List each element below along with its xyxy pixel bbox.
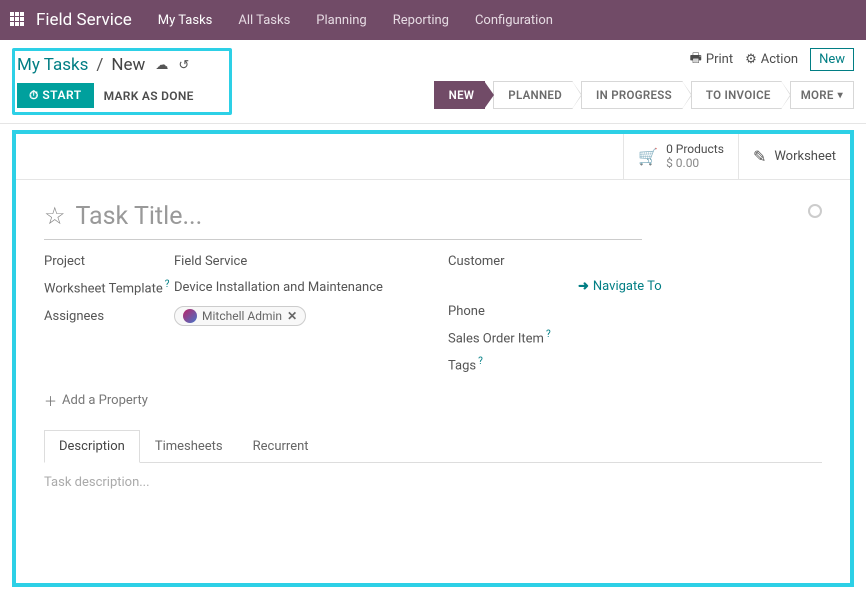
control-panel: My Tasks / New ☁ ↺ ⏱ START MARK AS DONE … [0, 40, 866, 124]
label-worksheet-template: Worksheet Template? [44, 279, 174, 296]
discard-icon[interactable]: ↺ [178, 58, 189, 73]
tab-timesheets[interactable]: Timesheets [140, 430, 238, 462]
apps-icon[interactable] [10, 12, 26, 28]
cp-right-buttons: 🖶 Print ⚙ Action New [690, 48, 854, 71]
nav-configuration[interactable]: Configuration [467, 7, 561, 34]
avatar-icon [183, 309, 197, 323]
tabs: Description Timesheets Recurrent [44, 430, 822, 463]
gear-icon: ⚙ [745, 52, 757, 67]
form-highlight: 🛒 0 Products $ 0.00 ✎ Worksheet ☆ [12, 130, 854, 587]
nav-all-tasks[interactable]: All Tasks [230, 7, 298, 34]
tab-description[interactable]: Description [44, 430, 140, 463]
new-button[interactable]: New [810, 48, 854, 71]
breadcrumb-parent[interactable]: My Tasks [17, 55, 88, 75]
help-icon[interactable]: ? [165, 279, 170, 290]
stat-products-count: 0 Products [666, 142, 724, 156]
label-project: Project [44, 254, 174, 269]
col-left: Project Field Service Worksheet Template… [44, 254, 418, 374]
cp-right: 🖶 Print ⚙ Action New NEW PLANNED IN PROG… [434, 48, 854, 109]
mark-done-button[interactable]: MARK AS DONE [104, 83, 194, 108]
add-property-button[interactable]: ＋ Add a Property [44, 391, 148, 410]
form-sheet: ☆ Project Field Service Worksheet Templa… [16, 180, 850, 584]
navigate-label: Navigate To [593, 279, 662, 294]
title-row: ☆ [44, 198, 642, 240]
tab-recurrent[interactable]: Recurrent [238, 430, 324, 462]
status-more-label: MORE [801, 88, 834, 102]
label-phone: Phone [448, 304, 578, 319]
stat-products-amount: $ 0.00 [666, 156, 724, 170]
status-planned[interactable]: PLANNED [493, 81, 573, 109]
field-customer: Customer [448, 254, 822, 269]
label-customer: Customer [448, 254, 578, 269]
task-description-input[interactable]: Task description... [44, 475, 822, 565]
field-worksheet-template: Worksheet Template? Device Installation … [44, 279, 418, 296]
status-in-progress[interactable]: IN PROGRESS [581, 81, 683, 109]
field-tags: Tags? [448, 356, 822, 373]
printer-icon: 🖶 [690, 49, 702, 71]
stat-worksheet[interactable]: ✎ Worksheet [738, 134, 850, 179]
remove-chip-icon[interactable]: ✕ [287, 309, 297, 323]
top-navbar: Field Service My Tasks All Tasks Plannin… [0, 0, 866, 40]
navigate-to-link[interactable]: ➜ Navigate To [578, 279, 822, 294]
form-columns: Project Field Service Worksheet Template… [44, 254, 822, 374]
help-icon[interactable]: ? [478, 356, 483, 367]
star-icon[interactable]: ☆ [44, 202, 66, 230]
assignee-name: Mitchell Admin [202, 309, 282, 323]
kanban-state-toggle[interactable] [808, 204, 822, 218]
field-project: Project Field Service [44, 254, 418, 269]
status-bar: NEW PLANNED IN PROGRESS TO INVOICE MORE … [434, 81, 854, 109]
action-label: Action [761, 52, 798, 67]
status-new[interactable]: NEW [434, 81, 486, 109]
status-more[interactable]: MORE ▾ [790, 81, 854, 109]
cloud-save-icon[interactable]: ☁ [155, 58, 168, 73]
action-button[interactable]: ⚙ Action [745, 52, 798, 67]
arrow-right-icon: ➜ [578, 279, 589, 294]
stat-products[interactable]: 🛒 0 Products $ 0.00 [623, 134, 738, 179]
assignee-chip[interactable]: Mitchell Admin ✕ [174, 306, 306, 326]
pencil-icon: ✎ [753, 147, 766, 166]
breadcrumb: My Tasks / New ☁ ↺ [17, 55, 189, 75]
breadcrumb-sep: / [96, 55, 103, 75]
stat-bar: 🛒 0 Products $ 0.00 ✎ Worksheet [16, 134, 850, 180]
stat-worksheet-label: Worksheet [774, 149, 836, 164]
add-property-label: Add a Property [62, 393, 148, 408]
cp-highlight-left: My Tasks / New ☁ ↺ ⏱ START MARK AS DONE [12, 48, 232, 115]
label-tags: Tags? [448, 356, 578, 373]
task-title-input[interactable] [76, 198, 642, 235]
start-label: START [42, 88, 81, 102]
label-assignees: Assignees [44, 309, 174, 324]
title-container: ☆ [44, 198, 822, 254]
status-to-invoice[interactable]: TO INVOICE [691, 81, 782, 109]
cp-actions: ⏱ START MARK AS DONE [17, 83, 194, 108]
field-sales-order-item: Sales Order Item? [448, 329, 822, 346]
nav-reporting[interactable]: Reporting [385, 7, 457, 34]
label-so-item: Sales Order Item? [448, 329, 578, 346]
value-project[interactable]: Field Service [174, 254, 247, 269]
plus-icon: ＋ [44, 391, 57, 410]
nav-planning[interactable]: Planning [308, 7, 374, 34]
cart-icon: 🛒 [638, 147, 658, 166]
start-button[interactable]: ⏱ START [17, 83, 94, 108]
value-worksheet-template[interactable]: Device Installation and Maintenance [174, 280, 383, 295]
field-phone: Phone [448, 304, 822, 319]
col-right: Customer ➜ Navigate To Phone Sales Order… [448, 254, 822, 374]
app-title: Field Service [36, 10, 132, 30]
nav-my-tasks[interactable]: My Tasks [150, 7, 221, 34]
caret-down-icon: ▾ [838, 90, 843, 101]
print-label: Print [706, 52, 733, 67]
breadcrumb-current: New [111, 55, 145, 75]
field-assignees: Assignees Mitchell Admin ✕ [44, 306, 418, 326]
help-icon[interactable]: ? [546, 329, 551, 340]
print-button[interactable]: 🖶 Print [690, 49, 733, 71]
